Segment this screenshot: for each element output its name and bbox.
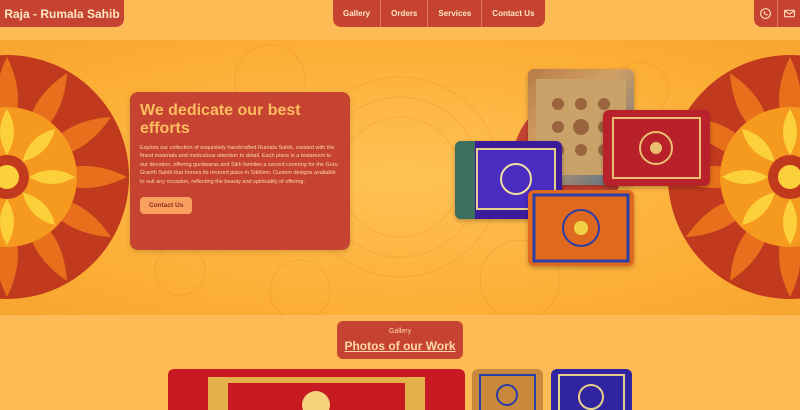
- main-nav: Gallery Orders Services Contact Us: [333, 0, 545, 27]
- nav-services[interactable]: Services: [428, 0, 483, 27]
- photos-of-our-work-link[interactable]: Photos of our Work: [344, 339, 455, 353]
- hero-title: We dedicate our best efforts: [140, 102, 301, 137]
- gallery-thumb-2[interactable]: [472, 369, 543, 410]
- hero-section: We dedicate our best efforts Explore our…: [0, 40, 800, 315]
- brand-logo[interactable]: Raja - Rumala Sahib: [0, 0, 124, 27]
- rumala-photo-2: [603, 110, 710, 186]
- hero-card: We dedicate our best efforts Explore our…: [130, 92, 350, 250]
- social-links: [754, 0, 800, 27]
- nav-orders[interactable]: Orders: [381, 0, 429, 27]
- mandala-decoration-left: [0, 55, 129, 299]
- hero-description: Explore our collection of exquisitely ha…: [140, 145, 338, 185]
- rumala-photo-4: [528, 190, 634, 266]
- gallery-thumb-1[interactable]: [168, 369, 465, 410]
- gallery-heading-box: Gallery Photos of our Work: [337, 321, 463, 359]
- nav-contact-us[interactable]: Contact Us: [482, 0, 544, 27]
- whatsapp-icon[interactable]: [754, 0, 777, 27]
- nav-gallery[interactable]: Gallery: [333, 0, 382, 27]
- gallery-label: Gallery: [388, 328, 412, 335]
- gallery-thumb-3[interactable]: [551, 369, 632, 410]
- mail-icon[interactable]: [777, 0, 800, 27]
- contact-us-button[interactable]: Contact Us: [140, 197, 193, 215]
